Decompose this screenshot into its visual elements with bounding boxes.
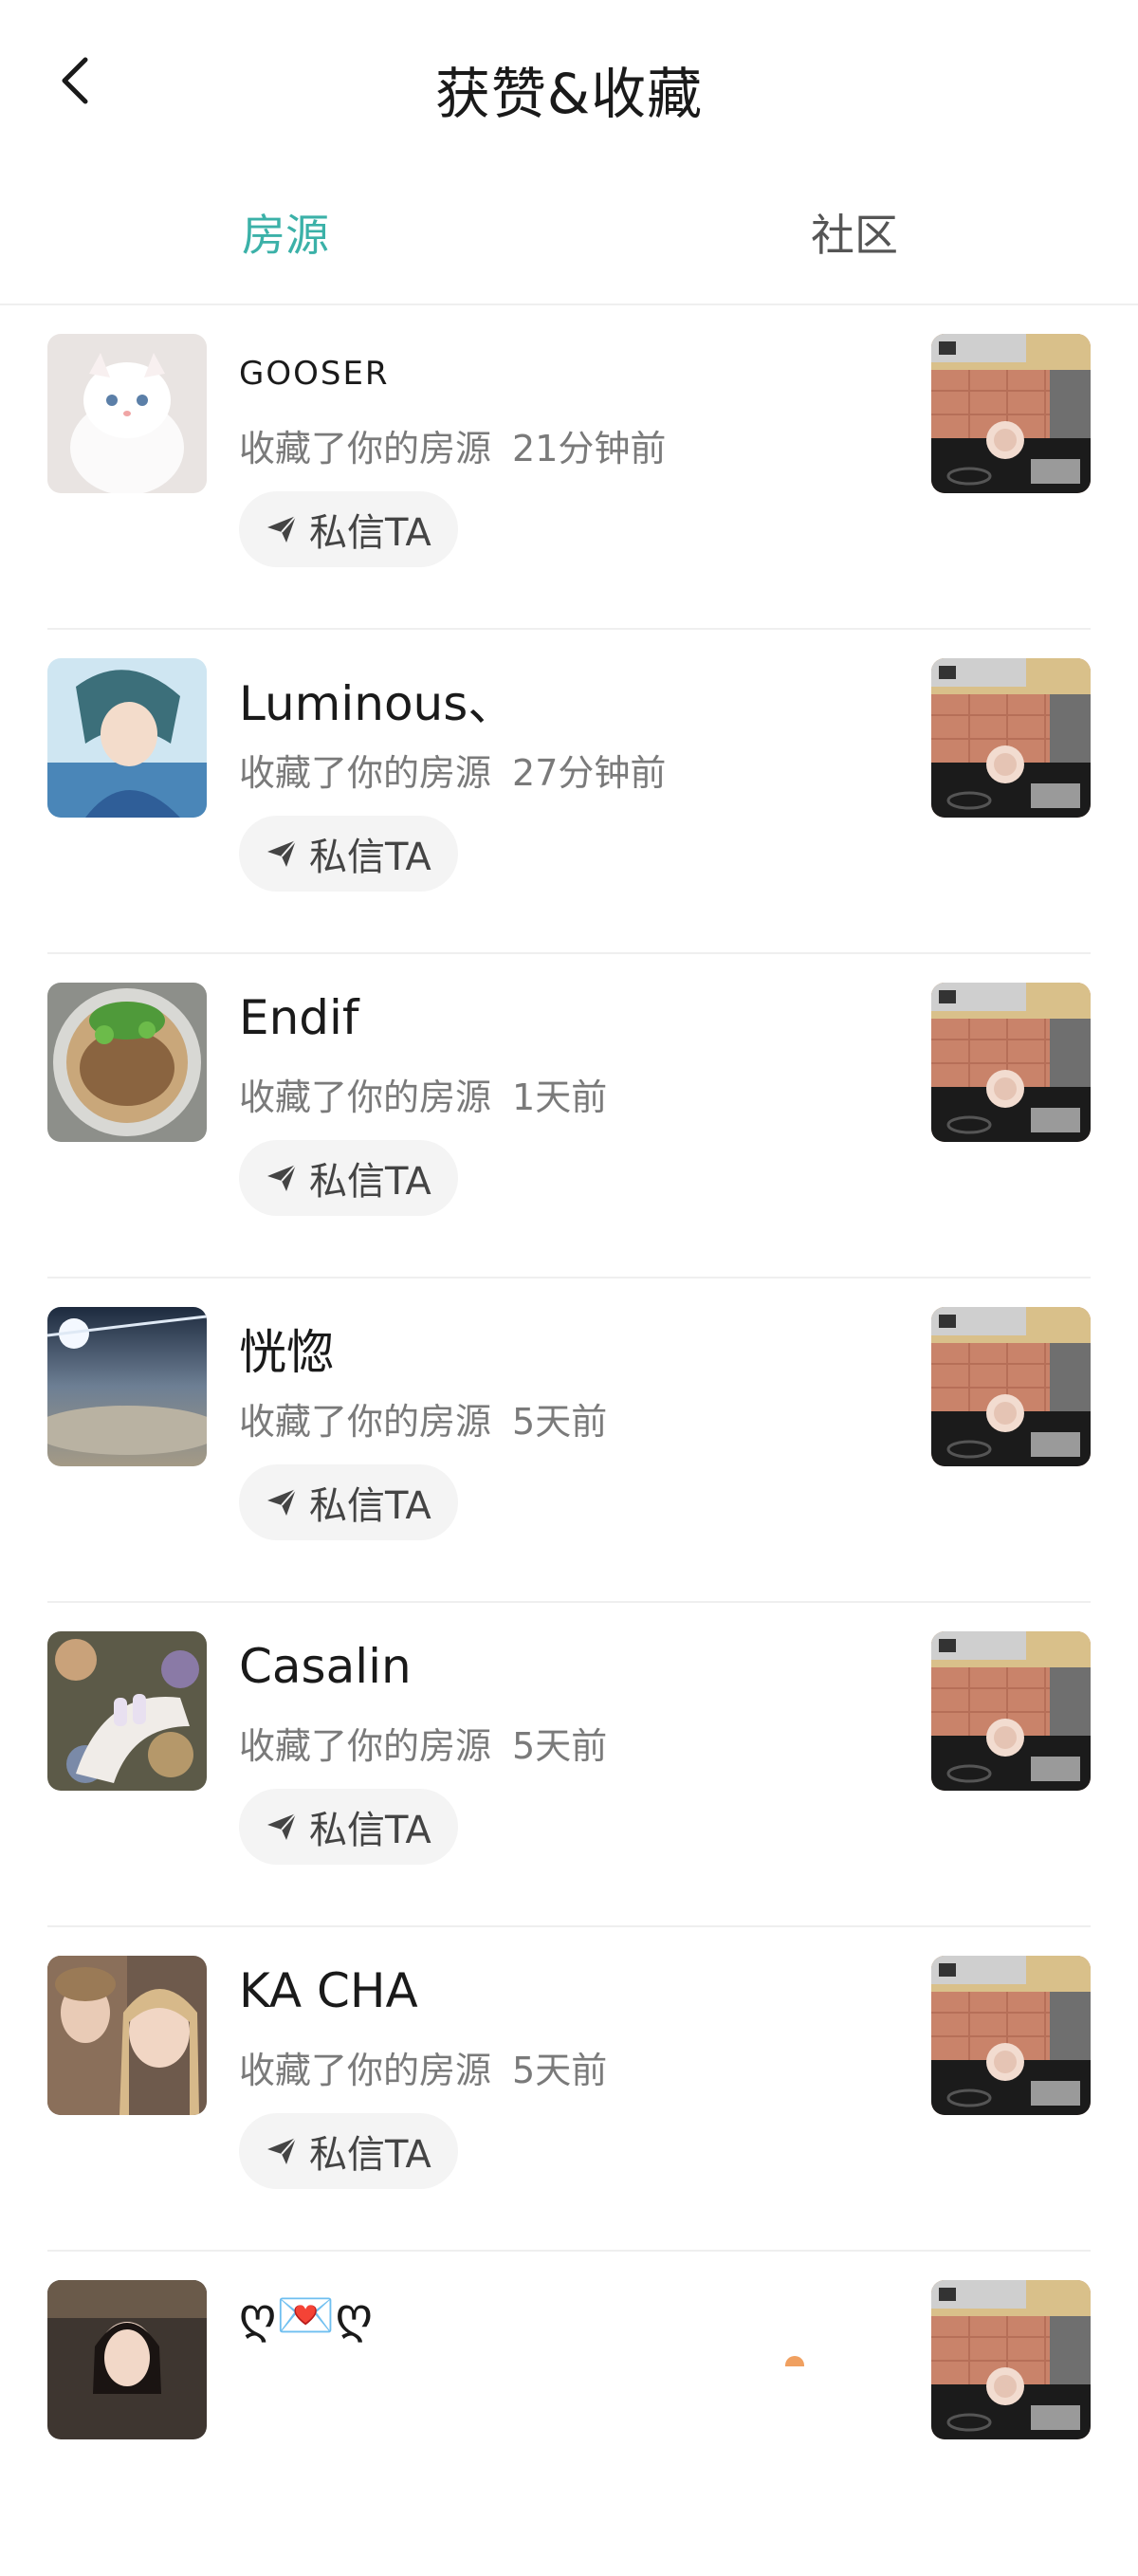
activity-text: 收藏了你的房源 21分钟前: [239, 419, 666, 471]
send-icon: [266, 514, 300, 544]
activity-text: 收藏了你的房源 27分钟前: [239, 744, 666, 796]
avatar[interactable]: [47, 658, 207, 818]
message-button[interactable]: 私信TA: [239, 491, 458, 567]
send-icon: [266, 1812, 300, 1842]
user-name[interactable]: Luminous、: [239, 666, 515, 734]
list-item: GOOSER 收藏了你的房源 21分钟前 私信TA: [0, 305, 1138, 630]
message-button[interactable]: 私信TA: [239, 1789, 458, 1865]
list-item: Casalin 收藏了你的房源 5天前 私信TA: [0, 1603, 1138, 1927]
avatar[interactable]: [47, 1956, 207, 2115]
tab-bar: 房源 社区: [0, 190, 1138, 305]
message-button[interactable]: 私信TA: [239, 2113, 458, 2189]
list-item: KA CHA 收藏了你的房源 5天前 私信TA: [0, 1927, 1138, 2252]
action-label: 收藏了你的房源: [239, 752, 492, 794]
action-label: 收藏了你的房源: [239, 1725, 492, 1767]
action-label: 收藏了你的房源: [239, 1401, 492, 1443]
activity-text: 收藏了你的房源 5天前: [239, 1392, 607, 1444]
message-button[interactable]: 私信TA: [239, 1464, 458, 1540]
header: 获赞&收藏: [0, 0, 1138, 161]
message-button-label: 私信TA: [309, 836, 431, 879]
listing-thumbnail[interactable]: [931, 1631, 1091, 1791]
send-icon: [266, 838, 300, 869]
notification-list: GOOSER 收藏了你的房源 21分钟前 私信TA Luminous、 收藏了你的…: [0, 305, 1138, 2576]
avatar[interactable]: [47, 1631, 207, 1791]
user-name[interactable]: ღ💌ღ: [239, 2288, 373, 2344]
avatar[interactable]: [47, 983, 207, 1142]
listing-thumbnail[interactable]: [931, 2280, 1091, 2439]
message-button-label: 私信TA: [309, 1484, 431, 1528]
message-button-label: 私信TA: [309, 1809, 431, 1852]
activity-text: 收藏了你的房源 1天前: [239, 1068, 607, 1120]
listing-thumbnail[interactable]: [931, 334, 1091, 493]
message-button-label: 私信TA: [309, 1160, 431, 1204]
timestamp: 21分钟前: [512, 428, 667, 469]
avatar[interactable]: [47, 1307, 207, 1466]
activity-text: 收藏了你的房源 5天前: [239, 1717, 607, 1769]
list-item: Endif 收藏了你的房源 1天前 私信TA: [0, 954, 1138, 1279]
timestamp: 1天前: [512, 1076, 608, 1118]
timestamp: 5天前: [512, 1725, 608, 1767]
message-button[interactable]: 私信TA: [239, 1140, 458, 1216]
action-label: 收藏了你的房源: [239, 428, 492, 469]
tab-community[interactable]: 社区: [811, 201, 898, 264]
message-button-label: 私信TA: [309, 511, 431, 555]
activity-text: 收藏了你的房源 5天前: [239, 2041, 607, 2093]
user-name[interactable]: KA CHA: [239, 1963, 418, 2018]
send-icon: [266, 1487, 300, 1518]
list-item: ღ💌ღ: [0, 2252, 1138, 2576]
listing-thumbnail[interactable]: [931, 1307, 1091, 1466]
timestamp: 5天前: [512, 1401, 608, 1443]
page-title: 获赞&收藏: [434, 62, 704, 126]
avatar[interactable]: [47, 334, 207, 493]
message-button[interactable]: 私信TA: [239, 816, 458, 892]
send-icon: [266, 1163, 300, 1193]
list-item: Luminous、 收藏了你的房源 27分钟前 私信TA: [0, 630, 1138, 954]
send-icon: [266, 2136, 300, 2166]
listing-thumbnail[interactable]: [931, 983, 1091, 1142]
user-name[interactable]: GOOSER: [239, 355, 390, 393]
action-label: 收藏了你的房源: [239, 1076, 492, 1118]
timestamp: 5天前: [512, 2050, 608, 2091]
user-name[interactable]: Endif: [239, 990, 359, 1045]
listing-thumbnail[interactable]: [931, 658, 1091, 818]
list-item: 恍惚 收藏了你的房源 5天前 私信TA: [0, 1279, 1138, 1603]
user-name[interactable]: 恍惚: [239, 1315, 334, 1383]
user-name[interactable]: Casalin: [239, 1639, 412, 1694]
action-label: 收藏了你的房源: [239, 2050, 492, 2091]
avatar[interactable]: [47, 2280, 207, 2439]
message-button-label: 私信TA: [309, 2133, 431, 2177]
timestamp: 27分钟前: [512, 752, 667, 794]
tab-listings[interactable]: 房源: [242, 201, 329, 264]
listing-thumbnail[interactable]: [931, 1956, 1091, 2115]
